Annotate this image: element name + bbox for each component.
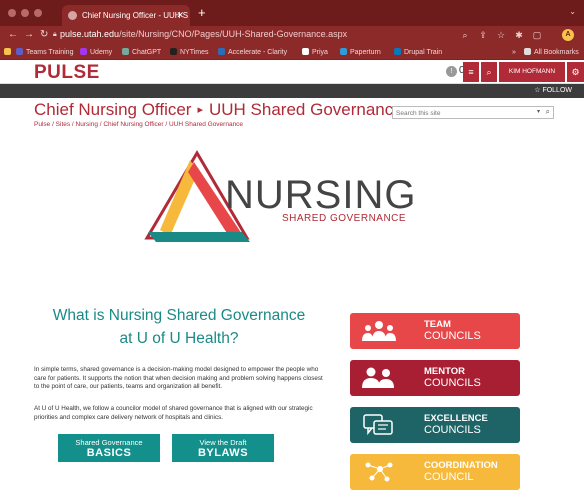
bylaws-button-line2: BYLAWS bbox=[197, 447, 249, 459]
share-icon[interactable]: ⇪ bbox=[478, 30, 488, 40]
council-title: COORDINATION bbox=[424, 460, 498, 471]
window-close-control[interactable] bbox=[8, 9, 16, 17]
bookmarks-bar: Teams Training Udemy ChatGPT NYTimes Acc… bbox=[0, 46, 584, 60]
sidepanel-icon[interactable]: ▢ bbox=[532, 30, 542, 40]
council-title: MENTOR bbox=[424, 366, 465, 377]
star-icon: ☆ bbox=[534, 87, 541, 94]
all-bookmarks-folder[interactable]: All Bookmarks bbox=[524, 47, 579, 59]
bookmark-item[interactable]: Accelerate - Clarity bbox=[218, 47, 287, 59]
bookmark-item[interactable]: NYTimes bbox=[170, 47, 209, 59]
new-tab-button[interactable]: + bbox=[198, 5, 206, 21]
window-zoom-control[interactable] bbox=[34, 9, 42, 17]
menu-icon[interactable]: ≡ bbox=[463, 62, 479, 82]
browser-tab-active[interactable]: Chief Nursing Officer - UUH S ✕ bbox=[62, 5, 190, 26]
section-heading-line2: at U of U Health? bbox=[119, 330, 239, 347]
search-icon[interactable]: ⌕ bbox=[481, 62, 497, 82]
mentor-icon bbox=[362, 367, 394, 388]
follow-bar: ☆ FOLLOW bbox=[0, 84, 584, 98]
team-councils-button[interactable]: TEAM COUNCILS bbox=[350, 313, 520, 349]
window-minimize-control[interactable] bbox=[21, 9, 29, 17]
council-subtitle: COUNCILS bbox=[424, 424, 481, 436]
notifications[interactable]: ! 0 bbox=[446, 65, 465, 77]
site-header: PULSE ! 0 ≡ ⌕ KIM HOFMANN ⚙ bbox=[0, 60, 584, 84]
bookmark-label: Drupal Train bbox=[404, 49, 443, 56]
bookmark-item[interactable]: ChatGPT bbox=[122, 47, 161, 59]
settings-gear-icon[interactable]: ⚙ bbox=[567, 62, 584, 82]
url-path: /site/Nursing/CNO/Pages/UUH-Shared-Gover… bbox=[119, 29, 348, 39]
bookmark-label: Udemy bbox=[90, 49, 113, 56]
chevron-down-icon[interactable]: ⌄ bbox=[569, 7, 576, 16]
section-heading-line1: What is Nursing Shared Governance bbox=[52, 307, 306, 324]
zoom-icon[interactable]: ⌕ bbox=[460, 30, 470, 40]
page-title: Chief Nursing Officer ▸ UUH Shared Governa… bbox=[34, 100, 403, 120]
pulse-logo[interactable]: PULSE bbox=[34, 62, 100, 84]
user-menu-button[interactable]: KIM HOFMANN bbox=[499, 62, 565, 82]
coordination-council-button[interactable]: COORDINATION COUNCIL bbox=[350, 454, 520, 490]
bookmark-label: Priya bbox=[312, 49, 328, 56]
bookmark-item[interactable]: Drupal Train bbox=[394, 47, 442, 59]
intro-paragraph-1: In simple terms, shared governance is a … bbox=[34, 366, 323, 391]
tab-close-icon[interactable]: ✕ bbox=[176, 5, 184, 26]
search-icon[interactable]: ⌕ bbox=[546, 107, 550, 117]
browser-toolbar: ← → ↻ 🔒︎ pulse.utah.edu/site/Nursing/CNO… bbox=[0, 26, 584, 46]
bookmark-label: Paperturn bbox=[350, 49, 381, 56]
search-scope-dropdown-icon[interactable]: ▾ bbox=[537, 108, 540, 115]
council-subtitle: COUNCILS bbox=[424, 330, 481, 342]
bookmark-label: ChatGPT bbox=[132, 49, 162, 56]
profile-avatar[interactable]: A bbox=[562, 29, 574, 41]
bylaws-button[interactable]: View the Draft BYLAWS bbox=[172, 434, 274, 462]
coordination-icon bbox=[365, 462, 393, 482]
notification-icon: ! bbox=[446, 66, 457, 77]
council-subtitle: COUNCILS bbox=[424, 377, 481, 389]
excellence-councils-button[interactable]: EXCELLENCE COUNCILS bbox=[350, 407, 520, 443]
back-arrow-icon[interactable]: ← bbox=[8, 29, 18, 40]
basics-button-line2: BASICS bbox=[86, 447, 132, 459]
council-subtitle: COUNCIL bbox=[424, 471, 474, 483]
follow-button[interactable]: ☆ FOLLOW bbox=[534, 85, 572, 97]
search-input[interactable] bbox=[396, 108, 526, 118]
team-icon bbox=[362, 321, 396, 341]
reload-icon[interactable]: ↻ bbox=[40, 29, 48, 40]
bookmark-label: NYTimes bbox=[180, 49, 209, 56]
browser-window: Chief Nursing Officer - UUH S ✕ + ⌄ ← → … bbox=[0, 0, 584, 497]
bookmark-item[interactable]: Udemy bbox=[80, 47, 112, 59]
basics-button-line1: Shared Governance bbox=[75, 438, 143, 447]
lock-icon: 🔒︎ bbox=[53, 31, 57, 38]
follow-label: FOLLOW bbox=[542, 87, 572, 94]
excellence-icon bbox=[363, 414, 393, 436]
bookmark-item[interactable]: Paperturn bbox=[340, 47, 381, 59]
address-bar[interactable]: pulse.utah.edu/site/Nursing/CNO/Pages/UU… bbox=[60, 29, 347, 39]
url-host: pulse.utah.edu bbox=[60, 29, 120, 39]
extensions-icon[interactable]: ✱ bbox=[514, 30, 524, 40]
forward-arrow-icon[interactable]: → bbox=[24, 29, 34, 40]
tab-title: Chief Nursing Officer - UUH S bbox=[82, 11, 189, 20]
bookmark-label: Accelerate - Clarity bbox=[228, 49, 288, 56]
bookmarks-overflow-button[interactable]: » bbox=[512, 47, 516, 59]
apps-grid-icon[interactable] bbox=[4, 47, 14, 59]
section-heading: What is Nursing Shared Governance at U o… bbox=[44, 304, 314, 350]
site-title-link[interactable]: Chief Nursing Officer bbox=[34, 100, 191, 119]
logo-wordmark: NURSING bbox=[225, 173, 417, 217]
title-separator: ▸ bbox=[197, 104, 203, 116]
tab-favicon-icon bbox=[68, 11, 77, 20]
screen: Chief Nursing Officer - UUH S ✕ + ⌄ ← → … bbox=[0, 0, 584, 497]
subsite-title: UUH Shared Governance bbox=[209, 100, 403, 119]
logo-subtitle: SHARED GOVERNANCE bbox=[282, 213, 407, 224]
basics-button[interactable]: Shared Governance BASICS bbox=[58, 434, 160, 462]
intro-paragraph-2: At U of U Health, we follow a councilor … bbox=[34, 405, 313, 421]
bookmark-star-icon[interactable]: ☆ bbox=[496, 30, 506, 40]
bookmark-label: Teams Training bbox=[26, 49, 74, 56]
breadcrumb[interactable]: Pulse / Sites / Nursing / Chief Nursing … bbox=[34, 121, 243, 128]
tab-strip: Chief Nursing Officer - UUH S ✕ + ⌄ bbox=[0, 0, 584, 26]
all-bookmarks-label: All Bookmarks bbox=[534, 49, 579, 56]
mentor-councils-button[interactable]: MENTOR COUNCILS bbox=[350, 360, 520, 396]
bookmark-item[interactable]: Teams Training bbox=[16, 47, 73, 59]
council-title: EXCELLENCE bbox=[424, 413, 488, 424]
bylaws-button-line1: View the Draft bbox=[199, 438, 247, 447]
council-title: TEAM bbox=[424, 319, 451, 330]
site-search-box[interactable]: ▾ ⌕ bbox=[392, 106, 554, 119]
bookmark-item[interactable]: Priya bbox=[302, 47, 328, 59]
